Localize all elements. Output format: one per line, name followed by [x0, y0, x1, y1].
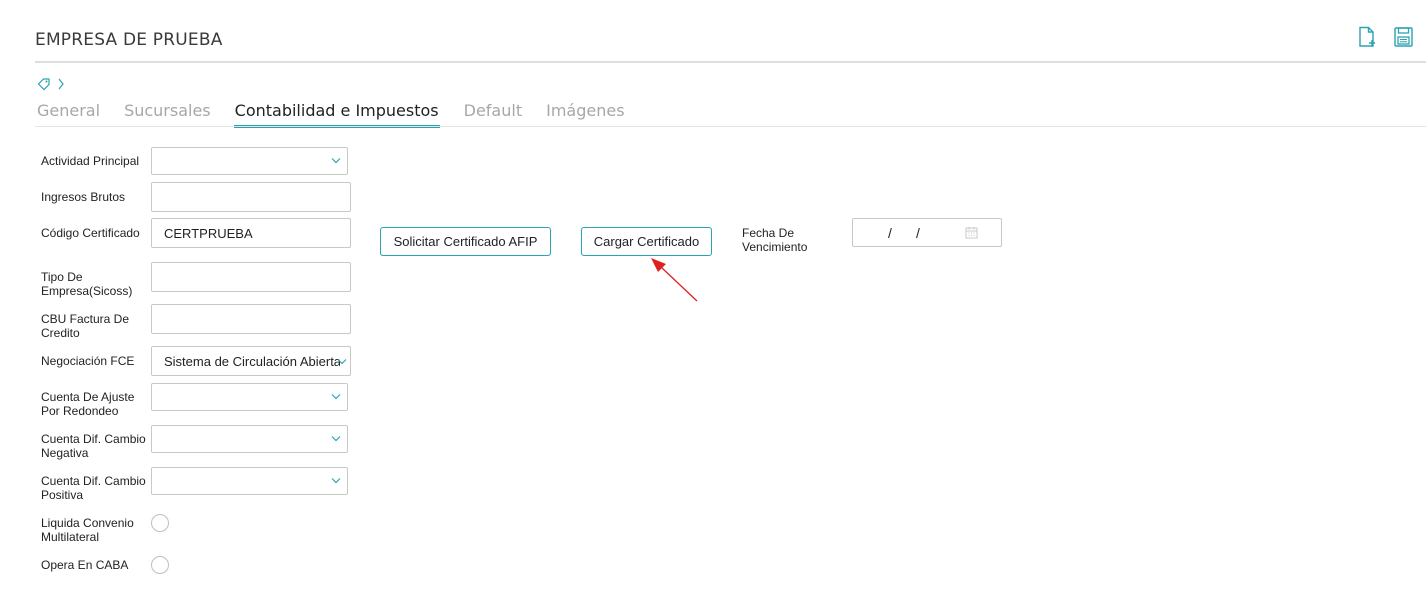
actividad-principal-select[interactable] — [151, 147, 348, 175]
chevron-down-icon — [331, 436, 341, 442]
chevron-right-icon — [57, 77, 65, 95]
tab-general[interactable]: General — [37, 101, 100, 128]
ingresos-brutos-label: Ingresos Brutos — [41, 190, 126, 204]
annotation-arrow-icon — [651, 258, 698, 302]
opera-caba-radio[interactable] — [151, 556, 169, 574]
liquida-convenio-radio[interactable] — [151, 514, 169, 532]
cuenta-positiva-select[interactable] — [151, 467, 348, 495]
tabs-divider — [35, 126, 1426, 127]
page-title: EMPRESA DE PRUEBA — [35, 30, 223, 50]
liquida-convenio-label: Liquida Convenio Multilateral — [41, 516, 134, 544]
cuenta-positiva-label: Cuenta Dif. Cambio Positiva — [41, 474, 146, 502]
fecha-vencimiento-input[interactable]: / / — [852, 218, 1002, 247]
opera-caba-label: Opera En CABA — [41, 558, 129, 572]
chevron-down-icon — [331, 394, 341, 400]
date-separator: / — [888, 225, 892, 241]
new-document-icon[interactable] — [1357, 26, 1379, 48]
tab-bar: General Sucursales Contabilidad e Impues… — [37, 101, 649, 128]
cuenta-negativa-label: Cuenta Dif. Cambio Negativa — [41, 432, 146, 460]
tipo-empresa-input[interactable] — [151, 262, 351, 292]
cuenta-ajuste-label: Cuenta De Ajuste Por Redondeo — [41, 390, 135, 418]
save-icon[interactable] — [1393, 26, 1415, 48]
date-separator: / — [916, 225, 920, 241]
tab-contabilidad-impuestos[interactable]: Contabilidad e Impuestos — [233, 101, 440, 128]
negociacion-fce-value: Sistema de Circulación Abierta — [164, 354, 340, 369]
tag-icon[interactable] — [37, 77, 51, 96]
tipo-empresa-label: Tipo De Empresa(Sicoss) — [41, 270, 133, 298]
cbu-factura-input[interactable] — [151, 304, 351, 334]
cuenta-ajuste-select[interactable] — [151, 383, 348, 411]
calendar-icon[interactable] — [965, 226, 978, 244]
cbu-factura-label: CBU Factura De Credito — [41, 312, 130, 340]
codigo-certificado-input[interactable]: CERTPRUEBA — [151, 218, 351, 248]
negociacion-fce-label: Negociación FCE — [41, 354, 135, 368]
chevron-down-icon — [337, 359, 347, 365]
codigo-certificado-label: Código Certificado — [41, 226, 140, 240]
fecha-vencimiento-label: Fecha De Vencimiento — [742, 226, 808, 254]
cuenta-negativa-select[interactable] — [151, 425, 348, 453]
chevron-down-icon — [331, 478, 341, 484]
chevron-down-icon — [331, 158, 341, 164]
actividad-principal-label: Actividad Principal — [41, 154, 140, 168]
breadcrumb — [37, 77, 65, 96]
codigo-certificado-value: CERTPRUEBA — [164, 226, 253, 241]
tab-sucursales[interactable]: Sucursales — [124, 101, 211, 128]
tab-default[interactable]: Default — [464, 101, 522, 128]
negociacion-fce-select[interactable]: Sistema de Circulación Abierta — [151, 346, 351, 376]
solicitar-certificado-button[interactable]: Solicitar Certificado AFIP — [380, 227, 551, 256]
tab-imagenes[interactable]: Imágenes — [546, 101, 624, 128]
header-divider — [35, 61, 1426, 63]
ingresos-brutos-input[interactable] — [151, 182, 351, 212]
